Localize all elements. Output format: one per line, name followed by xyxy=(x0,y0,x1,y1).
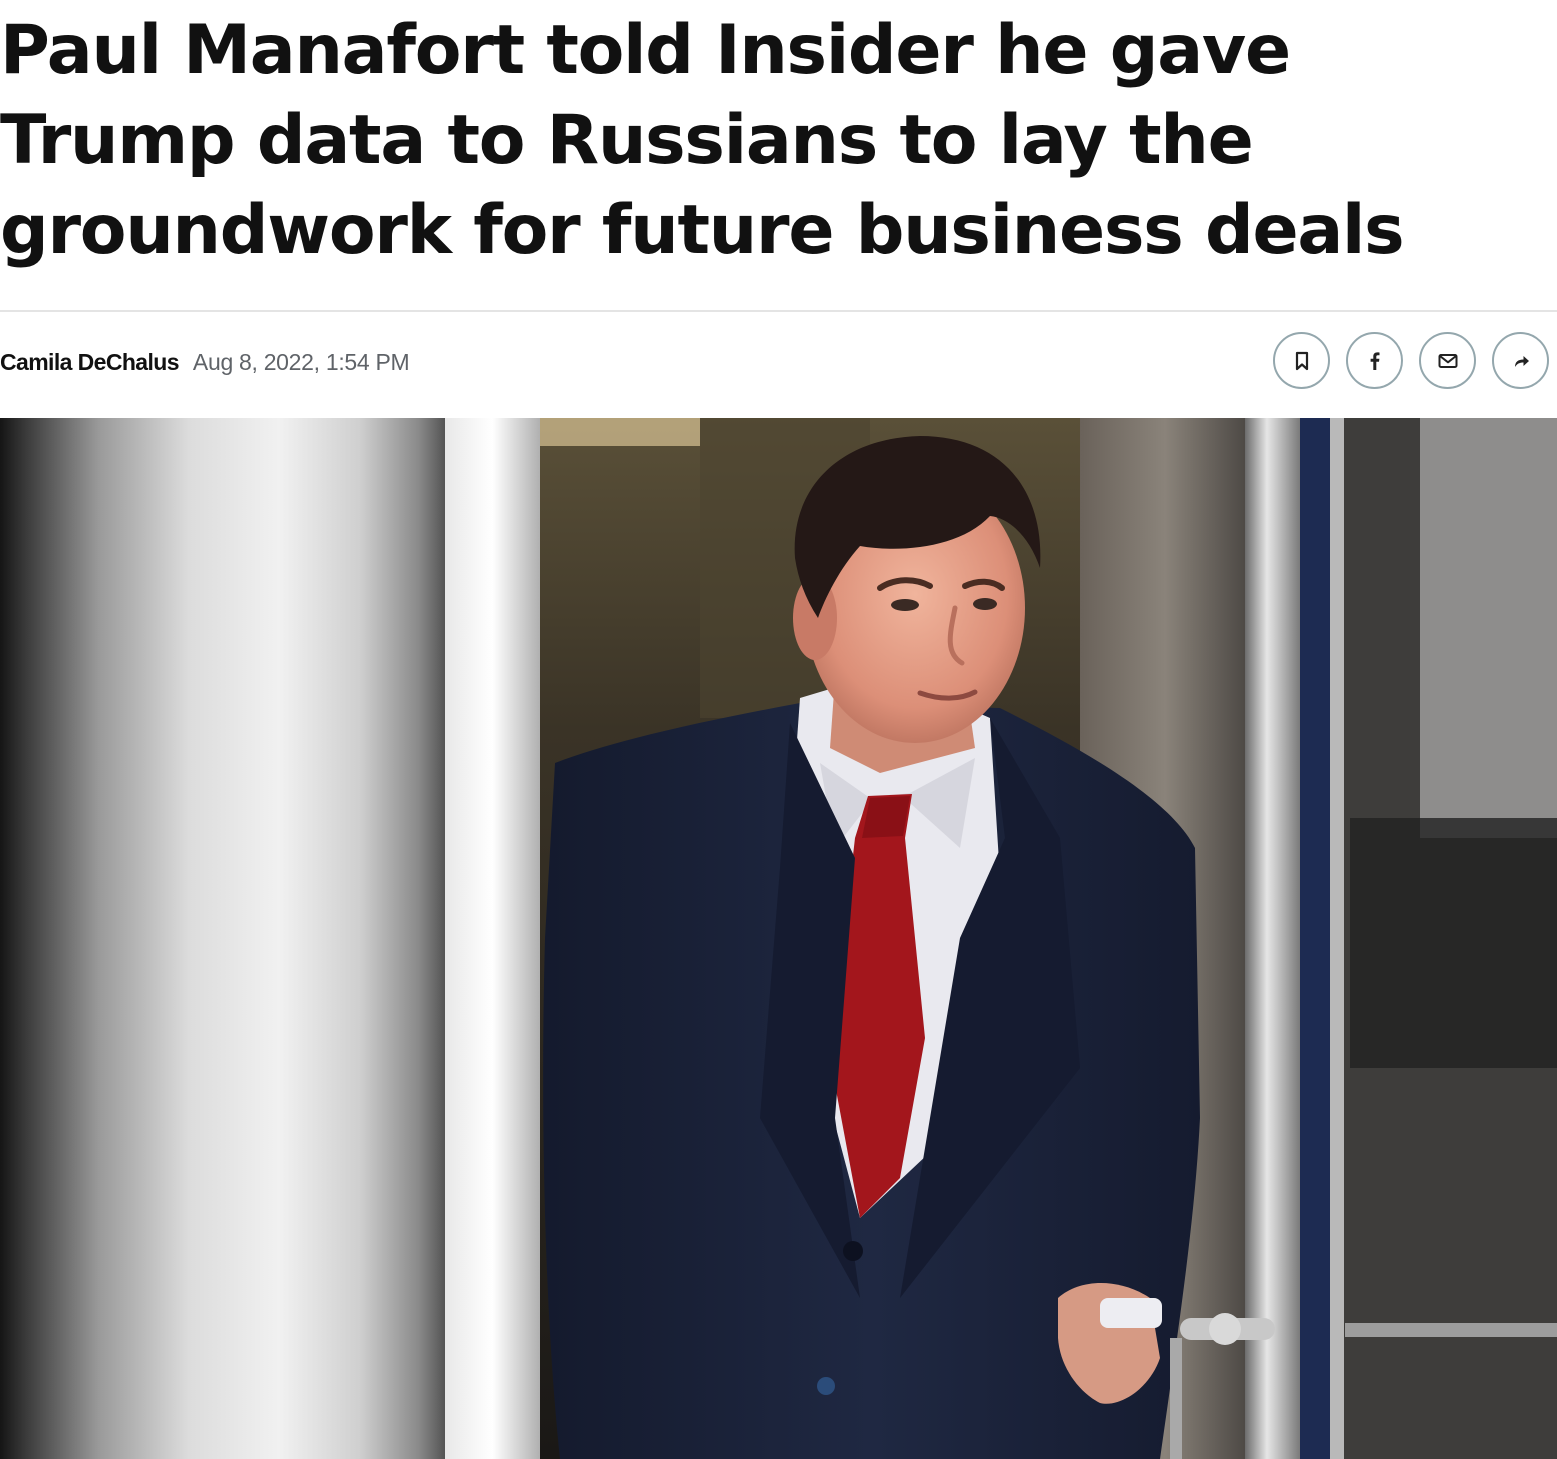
hero-photo xyxy=(0,418,1557,1459)
facebook-icon xyxy=(1364,350,1386,372)
email-share-button[interactable] xyxy=(1419,332,1476,389)
article-headline: Paul Manafort told Insider he gave Trump… xyxy=(0,11,1405,270)
share-button[interactable] xyxy=(1492,332,1549,389)
facebook-share-button[interactable] xyxy=(1346,332,1403,389)
author-link[interactable]: Camila DeChalus xyxy=(0,349,180,376)
publish-timestamp: Aug 8, 2022, 1:54 PM xyxy=(192,348,410,375)
bookmark-button[interactable] xyxy=(1273,332,1330,389)
bookmark-icon xyxy=(1291,350,1313,372)
share-arrow-icon xyxy=(1510,350,1532,372)
header-divider xyxy=(0,310,1557,312)
byline: Camila DeChalus Aug 8, 2022, 1:54 PM xyxy=(0,346,410,378)
share-bar xyxy=(1273,332,1549,392)
email-icon xyxy=(1437,350,1459,372)
